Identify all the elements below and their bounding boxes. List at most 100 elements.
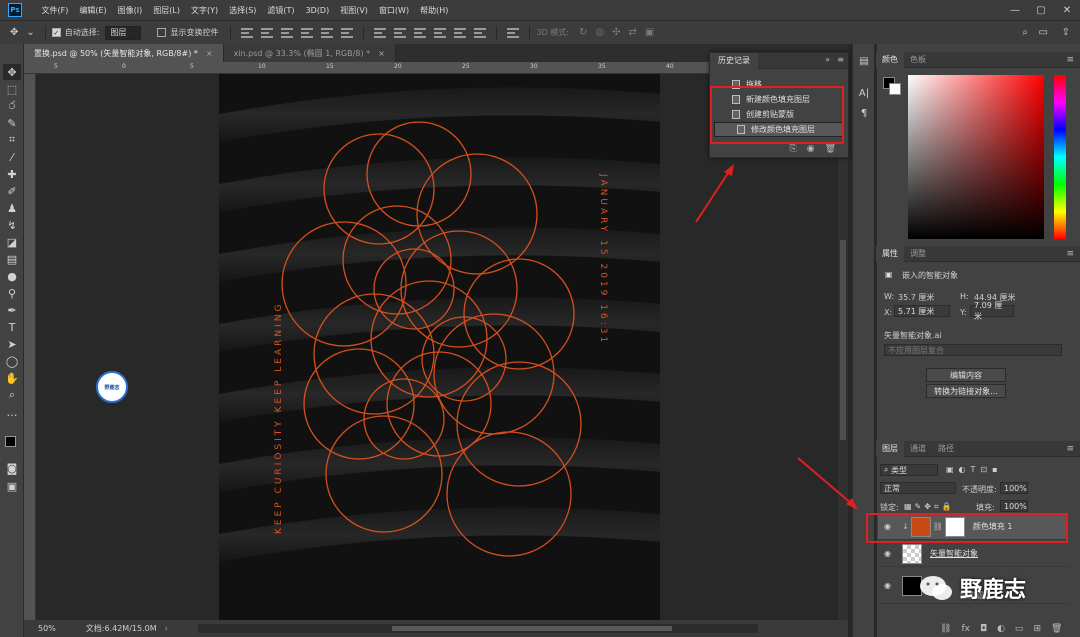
panel-menu-icon[interactable]: ≡ (837, 55, 844, 64)
trash-icon[interactable]: 🗑 (825, 144, 836, 154)
brush-tool-icon[interactable]: ✐ (3, 183, 21, 199)
path-select-icon[interactable]: ➤ (3, 336, 21, 352)
character-panel-icon[interactable]: A| (857, 86, 871, 100)
doc-tab-active[interactable]: 置换.psd @ 50% (矢量智能对象, RGB/8#) * × (24, 44, 224, 62)
eraser-tool-icon[interactable]: ◪ (3, 234, 21, 250)
blend-mode-dropdown[interactable]: 正常 (880, 482, 956, 494)
3d-roll-icon[interactable]: ◎ (595, 27, 604, 38)
foreground-color-swatch[interactable] (5, 436, 16, 447)
fx-icon[interactable]: fx (961, 624, 970, 634)
visibility-eye-icon[interactable]: ◉ (884, 581, 896, 590)
tab-swatches[interactable]: 色板 (904, 52, 932, 68)
distribute-vcenter-icon[interactable] (394, 27, 407, 39)
eyedropper-tool-icon[interactable]: ⁄ (3, 149, 21, 165)
ellipse-tool-icon[interactable]: ◯ (3, 353, 21, 369)
add-mask-icon[interactable]: ◘ (980, 624, 987, 634)
close-icon[interactable]: ✕ (1054, 0, 1080, 20)
layer-filter-dropdown[interactable]: ⌕ 类型 (880, 464, 938, 476)
menu-edit[interactable]: 编辑(E) (74, 5, 112, 16)
link-layers-icon[interactable]: ⛓ (940, 624, 951, 634)
chevron-down-icon[interactable]: ⌄ (26, 27, 34, 38)
move-tool-icon[interactable]: ✥ (10, 27, 18, 38)
auto-select-dropdown[interactable]: 图层 (105, 25, 142, 40)
dodge-tool-icon[interactable]: ⚲ (3, 285, 21, 301)
new-document-icon[interactable]: ⎘ (790, 144, 797, 154)
auto-align-icon[interactable] (507, 27, 520, 39)
tab-adjustments[interactable]: 调整 (904, 246, 932, 262)
move-tool-icon[interactable]: ✥ (3, 64, 21, 80)
distribute-bottom-icon[interactable] (414, 27, 427, 39)
3d-pan-icon[interactable]: ✣ (612, 27, 620, 38)
menu-3d[interactable]: 3D(D) (300, 6, 335, 15)
tab-color[interactable]: 颜色 (876, 51, 904, 68)
align-top-icon[interactable] (241, 27, 254, 39)
layer-filter-icons[interactable]: ▣◐T⊡▪ (946, 465, 1003, 474)
hue-slider[interactable] (1054, 75, 1066, 239)
history-brush-icon[interactable]: ↯ (3, 217, 21, 233)
minimize-icon[interactable]: — (1002, 0, 1028, 20)
3d-orbit-icon[interactable]: ↻ (579, 27, 587, 38)
quick-select-tool-icon[interactable]: ✎ (3, 115, 21, 131)
distribute-right-icon[interactable] (474, 27, 487, 39)
marquee-tool-icon[interactable]: ⬚ (3, 81, 21, 97)
blur-tool-icon[interactable]: ● (3, 268, 21, 284)
menu-view[interactable]: 视图(V) (335, 5, 374, 16)
search-icon[interactable]: ⌕ (1022, 27, 1028, 38)
horizontal-scroll-thumb[interactable] (392, 626, 672, 631)
menu-select[interactable]: 选择(S) (224, 5, 262, 16)
y-field[interactable]: 7.09 厘米 (970, 301, 1014, 321)
convert-to-linked-button[interactable]: 转换为链接对象... (926, 384, 1006, 398)
lock-icons[interactable]: ▦✎✥⌗🔒 (904, 502, 954, 512)
pen-tool-icon[interactable]: ✒ (3, 302, 21, 318)
x-field[interactable]: 5.71 厘米 (894, 305, 950, 317)
menu-help[interactable]: 帮助(H) (415, 5, 454, 16)
menu-file[interactable]: 文件(F) (36, 5, 74, 16)
close-tab-icon[interactable]: × (378, 49, 385, 58)
align-right-icon[interactable] (341, 27, 354, 39)
maximize-icon[interactable]: ▢ (1028, 0, 1054, 20)
healing-brush-icon[interactable]: ✚ (3, 166, 21, 182)
history-panel-icon[interactable]: ▤ (857, 54, 871, 68)
menu-window[interactable]: 窗口(W) (373, 5, 414, 16)
vertical-scroll-thumb[interactable] (840, 240, 846, 440)
align-hcenter-icon[interactable] (321, 27, 334, 39)
chevron-right-icon[interactable]: › (165, 624, 168, 633)
distribute-top-icon[interactable] (374, 27, 387, 39)
zoom-tool-icon[interactable]: ⌕ (3, 387, 21, 403)
close-tab-icon[interactable]: × (206, 49, 213, 58)
new-layer-icon[interactable]: ⊞ (1033, 624, 1041, 634)
history-title[interactable]: 历史记录 (710, 52, 758, 69)
distribute-hcenter-icon[interactable] (454, 27, 467, 39)
snapshot-icon[interactable]: ◉ (807, 144, 815, 154)
w-value[interactable]: 35.7 厘米 (898, 292, 934, 303)
distribute-left-icon[interactable] (434, 27, 447, 39)
panel-menu-icon[interactable]: ≡ (1066, 444, 1074, 454)
auto-select-checkbox[interactable]: ✓ (51, 28, 61, 37)
share-icon[interactable]: ⇪ (1062, 27, 1070, 38)
horizontal-scrollbar[interactable] (198, 624, 758, 633)
collapse-icon[interactable]: » (825, 55, 830, 64)
trash-icon[interactable]: 🗑 (1051, 624, 1062, 634)
workspace-icon[interactable]: ▭ (1039, 27, 1048, 38)
layer-comps-dropdown[interactable]: 不应用图层复合 (884, 344, 1062, 356)
align-vcenter-icon[interactable] (261, 27, 274, 39)
lasso-tool-icon[interactable]: ර (3, 98, 21, 114)
panel-menu-icon[interactable]: ≡ (1066, 55, 1074, 65)
adjustment-layer-icon[interactable]: ◐ (997, 624, 1005, 634)
doc-tab[interactable]: xin.psd @ 33.3% (椭圆 1, RGB/8) * × (223, 44, 396, 62)
3d-scale-icon[interactable]: ▣ (645, 27, 654, 38)
menu-type[interactable]: 文字(Y) (185, 5, 223, 16)
opacity-field[interactable]: 100% (1000, 482, 1028, 494)
menu-filter[interactable]: 滤镜(T) (262, 5, 300, 16)
edit-contents-button[interactable]: 编辑内容 (926, 368, 1006, 382)
fill-field[interactable]: 100% (1000, 500, 1028, 512)
align-left-icon[interactable] (301, 27, 314, 39)
tab-layers[interactable]: 图层 (876, 440, 904, 457)
gradient-tool-icon[interactable]: ▤ (3, 251, 21, 267)
document-canvas[interactable]: JANUARY 15 2019 16:31 KEEP CURIOSITY KEE… (219, 74, 660, 620)
more-tools-icon[interactable]: … (3, 404, 21, 420)
tab-paths[interactable]: 路径 (932, 441, 960, 457)
3d-slide-icon[interactable]: ⇄ (629, 27, 637, 38)
panel-menu-icon[interactable]: ≡ (1066, 249, 1074, 259)
visibility-eye-icon[interactable]: ◉ (884, 549, 896, 558)
